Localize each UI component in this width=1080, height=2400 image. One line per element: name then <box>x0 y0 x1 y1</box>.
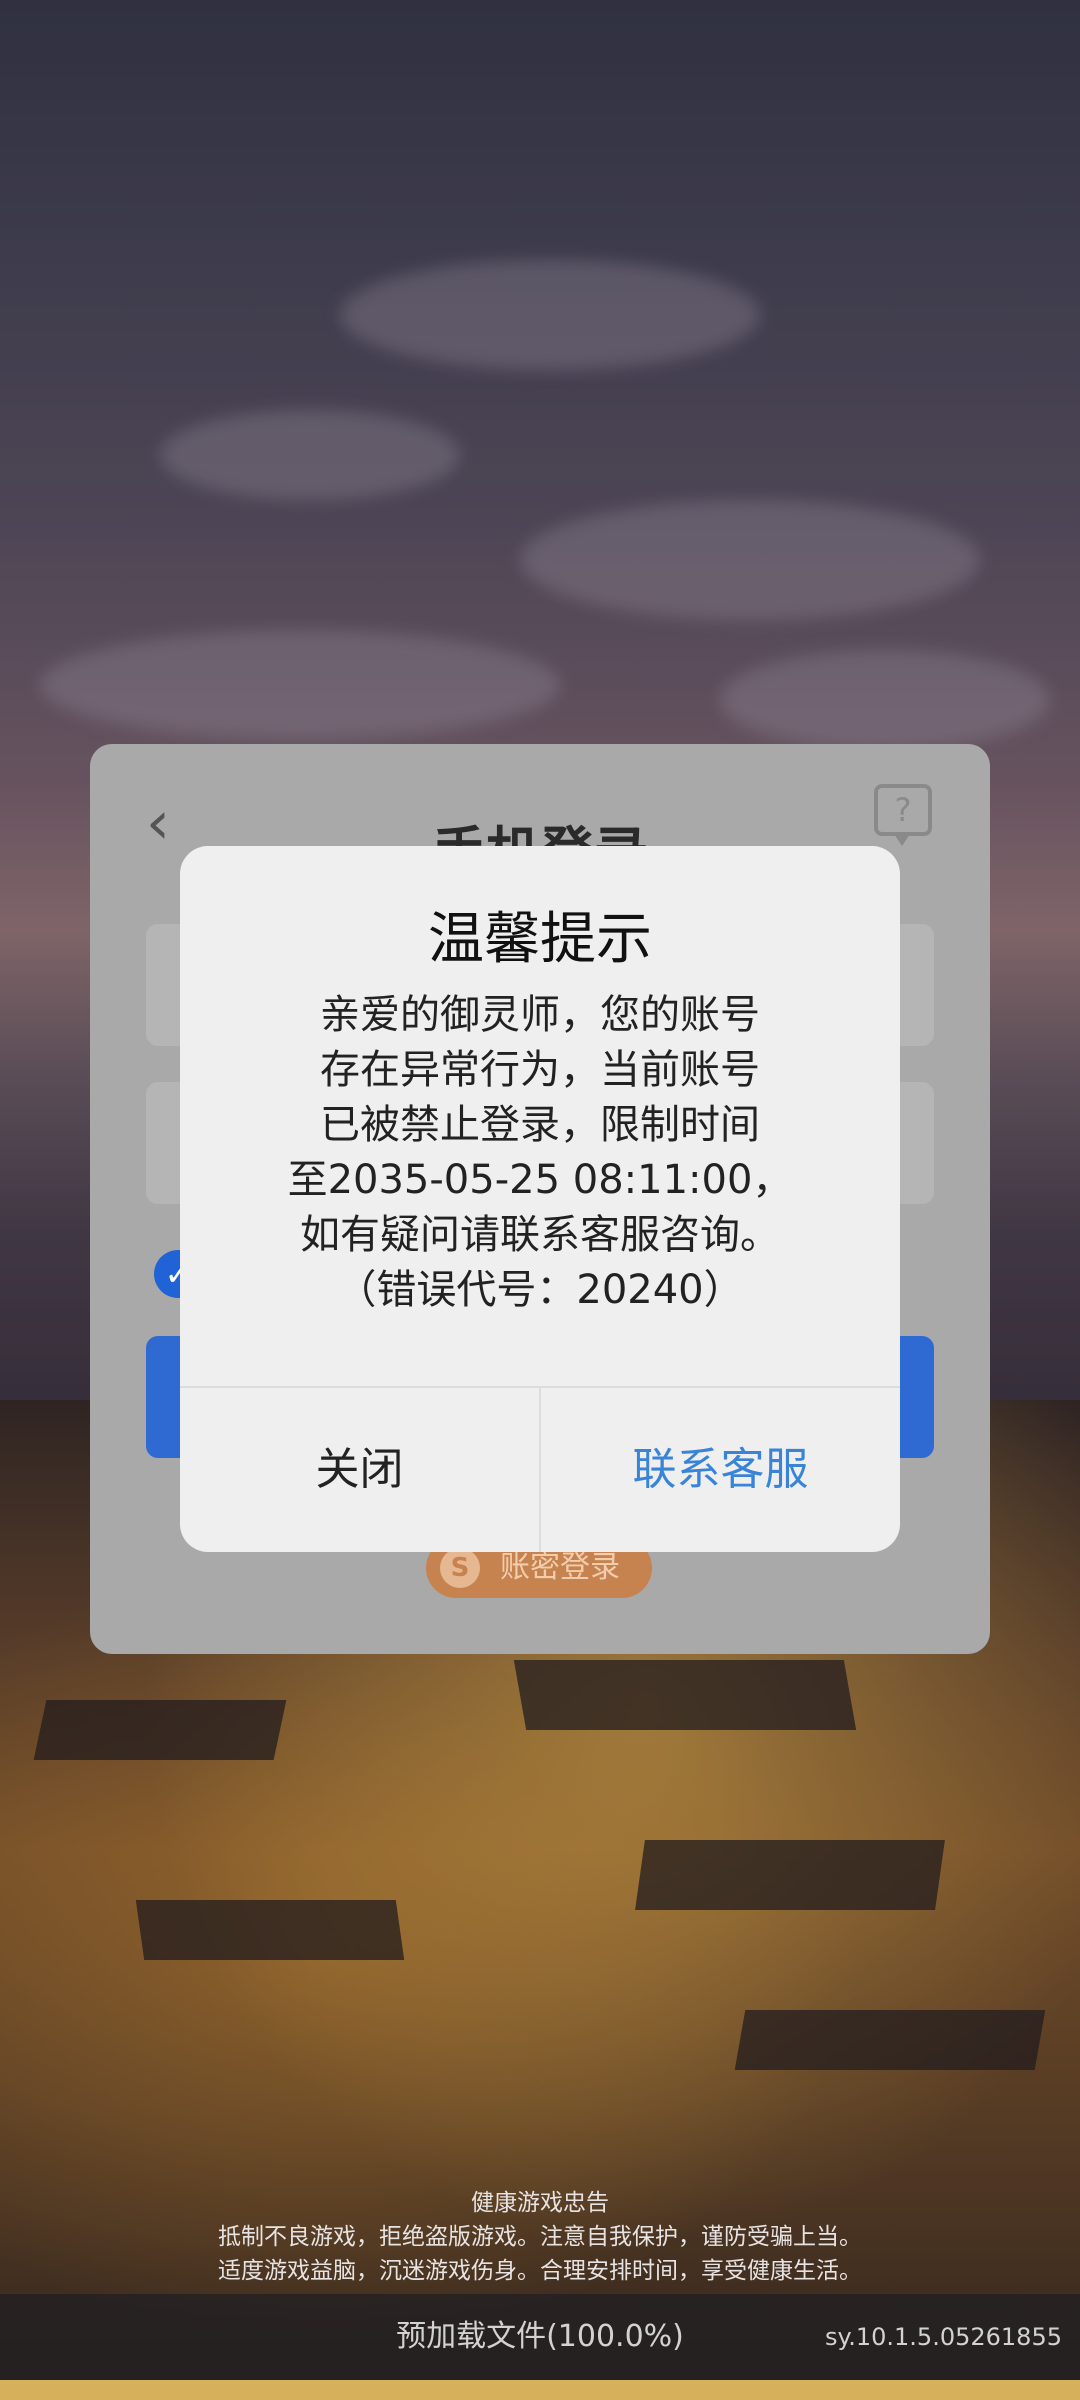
notice-line: 抵制不良游戏，拒绝盗版游戏。注意自我保护，谨防受骗上当。 <box>218 2224 862 2250</box>
warning-dialog: 温馨提示 亲爱的御灵师，您的账号 存在异常行为，当前账号 已被禁止登录，限制时间… <box>180 846 900 1552</box>
message-line: 亲爱的御灵师，您的账号 <box>320 992 760 1038</box>
progress-fill <box>0 2380 1080 2400</box>
message-line: 存在异常行为，当前账号 <box>320 1047 760 1093</box>
health-game-notice: 健康游戏忠告 抵制不良游戏，拒绝盗版游戏。注意自我保护，谨防受骗上当。 适度游戏… <box>0 2186 1080 2288</box>
dialog-message: 亲爱的御灵师，您的账号 存在异常行为，当前账号 已被禁止登录，限制时间 至203… <box>240 988 840 1318</box>
message-line: （错误代号：20240） <box>336 1267 744 1313</box>
loading-progress-bar <box>0 2380 1080 2400</box>
close-button[interactable]: 关闭 <box>180 1388 539 1552</box>
notice-title: 健康游戏忠告 <box>471 2190 609 2216</box>
message-line: 如有疑问请联系客服咨询。 <box>300 1212 780 1258</box>
contact-support-button[interactable]: 联系客服 <box>541 1388 900 1552</box>
message-line: 已被禁止登录，限制时间 <box>320 1102 760 1148</box>
notice-line: 适度游戏益脑，沉迷游戏伤身。合理安排时间，享受健康生活。 <box>218 2258 862 2284</box>
message-line: 至2035-05-25 08:11:00， <box>287 1157 793 1203</box>
loading-status-bar: 预加载文件(100.0%) sy.10.1.5.05261855 <box>0 2294 1080 2380</box>
app-logo-icon: S <box>440 1548 480 1588</box>
version-label: sy.10.1.5.05261855 <box>824 2323 1062 2351</box>
dialog-title: 温馨提示 <box>428 907 652 972</box>
